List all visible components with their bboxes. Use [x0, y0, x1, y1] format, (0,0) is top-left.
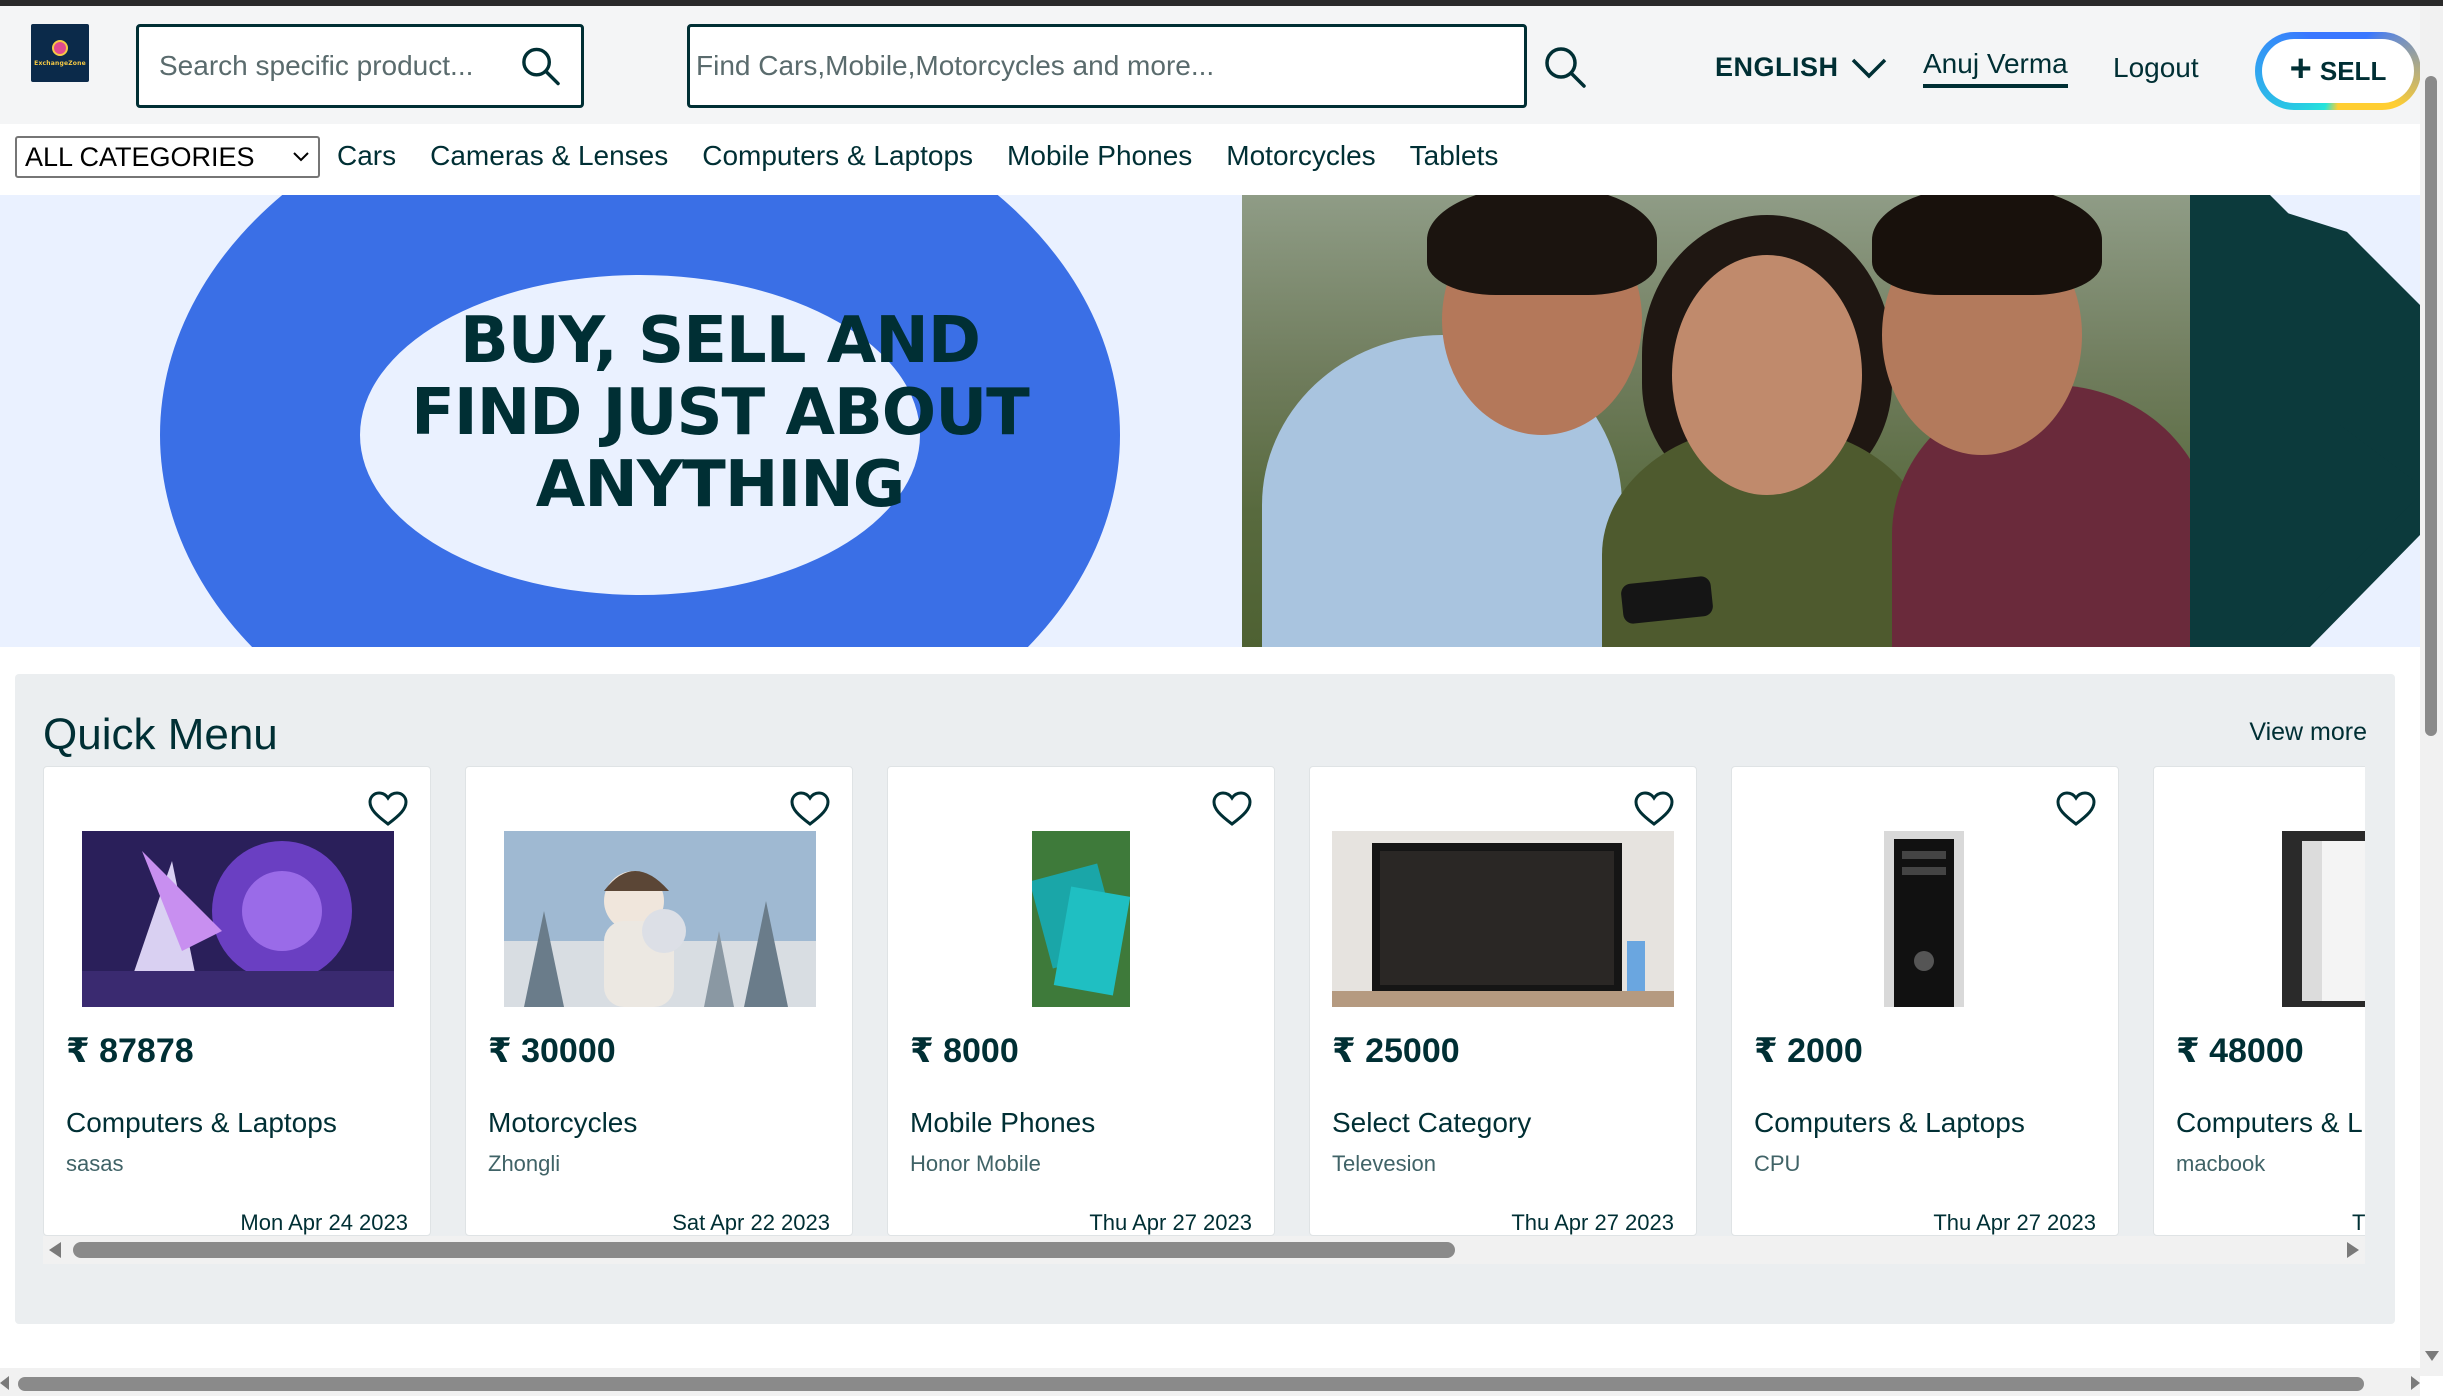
category-bar: ALL CATEGORIES Cars Cameras & Lenses Com… [0, 124, 2420, 194]
product-image-television [1332, 831, 1674, 1007]
product-date: Mon Apr 24 2023 [240, 1210, 408, 1235]
page-horizontal-scrollbar-thumb[interactable] [18, 1377, 2364, 1391]
language-selector[interactable]: ENGLISH [1715, 52, 1887, 83]
product-date: T [2352, 1210, 2365, 1235]
carousel-scrollbar-thumb[interactable] [73, 1242, 1455, 1258]
page-horizontal-scrollbar[interactable] [0, 1368, 2420, 1396]
main-search-box [687, 24, 1527, 108]
category-select[interactable]: ALL CATEGORIES [15, 136, 320, 178]
scroll-left-arrow-icon[interactable] [0, 1376, 9, 1390]
scroll-down-arrow-icon[interactable] [2425, 1351, 2439, 1361]
hero-banner[interactable]: BUY, SELL AND FIND JUST ABOUT ANYTHING [0, 195, 2420, 647]
product-category: Computers & Laptops [1754, 1107, 2025, 1138]
sell-button[interactable]: + SELL [2255, 32, 2421, 110]
product-price: ₹ 30000 [488, 1032, 616, 1070]
category-link-cars[interactable]: Cars [337, 140, 396, 172]
product-card[interactable]: ₹ 2000 Computers & Laptops CPU Thu Apr 2… [1731, 766, 2119, 1236]
banner-photo-shape [1872, 195, 2102, 295]
banner-line-1: BUY, SELL AND [460, 304, 981, 378]
product-date: Sat Apr 22 2023 [672, 1210, 830, 1235]
product-card[interactable]: ₹ 30000 Motorcycles Zhongli Sat Apr 22 2… [465, 766, 853, 1236]
product-title: Televesion [1332, 1151, 1436, 1176]
category-link-cameras[interactable]: Cameras & Lenses [430, 140, 668, 172]
product-title: Zhongli [488, 1151, 561, 1176]
category-links: Cars Cameras & Lenses Computers & Laptop… [337, 140, 1498, 172]
view-more-link[interactable]: View more [2249, 718, 2367, 747]
product-image-mobile-phone-box [1032, 831, 1130, 1007]
product-card[interactable]: ₹ 25000 Select Category Televesion Thu A… [1309, 766, 1697, 1236]
product-carousel: ₹ 87878 Computers & Laptops sasas Mon Ap… [43, 766, 2365, 1236]
chevron-down-icon [293, 152, 309, 162]
scroll-right-arrow-icon[interactable] [2347, 1242, 2359, 1258]
heart-icon[interactable] [2056, 791, 2096, 827]
product-price: ₹ 48000 [2176, 1032, 2304, 1070]
product-price: ₹ 25000 [1332, 1032, 1460, 1070]
logo-mark-icon [52, 39, 68, 56]
product-image-macbook [2282, 831, 2365, 1007]
product-image-cpu-tower [1884, 831, 1964, 1007]
plus-icon: + [2289, 48, 2312, 90]
product-date: Thu Apr 27 2023 [1511, 1210, 1674, 1235]
category-link-tablets[interactable]: Tablets [1410, 140, 1499, 172]
product-category: Mobile Phones [910, 1107, 1096, 1138]
user-name-link[interactable]: Anuj Verma [1923, 48, 2068, 88]
scroll-left-arrow-icon[interactable] [49, 1242, 61, 1258]
category-select-value: ALL CATEGORIES [25, 141, 255, 172]
product-search-input[interactable] [159, 50, 520, 82]
heart-icon[interactable] [790, 791, 830, 827]
product-image-anime-characters-art [504, 831, 816, 1007]
banner-photo-shape [1427, 195, 1657, 295]
chevron-right-icon [2190, 195, 2420, 647]
category-link-mobiles[interactable]: Mobile Phones [1007, 140, 1192, 172]
scroll-right-arrow-icon[interactable] [2411, 1376, 2420, 1390]
product-price: ₹ 2000 [1754, 1032, 1863, 1070]
banner-headline: BUY, SELL AND FIND JUST ABOUT ANYTHING [390, 305, 1050, 521]
logo-text: ExchangeZone [34, 59, 86, 67]
header: ExchangeZone ENGLISH Anuj Verma Logout +… [0, 6, 2421, 124]
product-category: Motorcycles [488, 1107, 638, 1138]
heart-icon[interactable] [1212, 791, 1252, 827]
product-card[interactable]: ₹ 48000 Computers & L macbook T [2153, 766, 2365, 1236]
banner-photo-shape [1672, 255, 1862, 495]
page-vertical-scrollbar-thumb[interactable] [2425, 76, 2437, 736]
product-category: Select Category [1332, 1107, 1532, 1138]
category-link-motorcycles[interactable]: Motorcycles [1226, 140, 1375, 172]
language-label: ENGLISH [1715, 52, 1839, 82]
product-card[interactable]: ₹ 8000 Mobile Phones Honor Mobile Thu Ap… [887, 766, 1275, 1236]
product-category: Computers & Laptops [66, 1107, 337, 1138]
carousel-scrollbar[interactable] [43, 1236, 2365, 1264]
banner-text-panel: BUY, SELL AND FIND JUST ABOUT ANYTHING [0, 195, 1242, 647]
product-title: macbook [2176, 1151, 2266, 1176]
product-price: ₹ 87878 [66, 1032, 194, 1070]
chevron-down-icon [1851, 58, 1886, 78]
product-date: Thu Apr 27 2023 [1933, 1210, 2096, 1235]
banner-photo [1242, 195, 2190, 647]
product-title: sasas [66, 1151, 124, 1176]
banner-accent-panel [2190, 195, 2420, 647]
heart-icon[interactable] [1634, 791, 1674, 827]
product-search-box [136, 24, 584, 108]
banner-line-3: ANYTHING [535, 448, 906, 522]
category-link-computers[interactable]: Computers & Laptops [702, 140, 973, 172]
product-card[interactable]: ₹ 87878 Computers & Laptops sasas Mon Ap… [43, 766, 431, 1236]
quick-menu-title: Quick Menu [43, 710, 278, 759]
product-title: Honor Mobile [910, 1151, 1041, 1176]
page-vertical-scrollbar[interactable] [2420, 6, 2443, 1376]
product-category: Computers & L [2176, 1107, 2363, 1138]
logo[interactable]: ExchangeZone [31, 24, 89, 82]
product-date: Thu Apr 27 2023 [1089, 1210, 1252, 1235]
banner-line-2: FIND JUST ABOUT [411, 376, 1030, 450]
main-search-button-icon[interactable] [1542, 44, 1588, 90]
product-price: ₹ 8000 [910, 1032, 1019, 1070]
sell-button-inner: + SELL [2262, 39, 2414, 103]
product-image-purple-anime-art [82, 831, 394, 1007]
quick-menu-section: Quick Menu View more ₹ 87878 Computers &… [15, 674, 2395, 1324]
main-search-input[interactable] [696, 50, 1518, 82]
sell-label: SELL [2319, 55, 2387, 86]
product-title: CPU [1754, 1151, 1801, 1176]
logout-link[interactable]: Logout [2113, 52, 2199, 84]
search-icon[interactable] [520, 45, 561, 87]
heart-icon[interactable] [368, 791, 408, 827]
